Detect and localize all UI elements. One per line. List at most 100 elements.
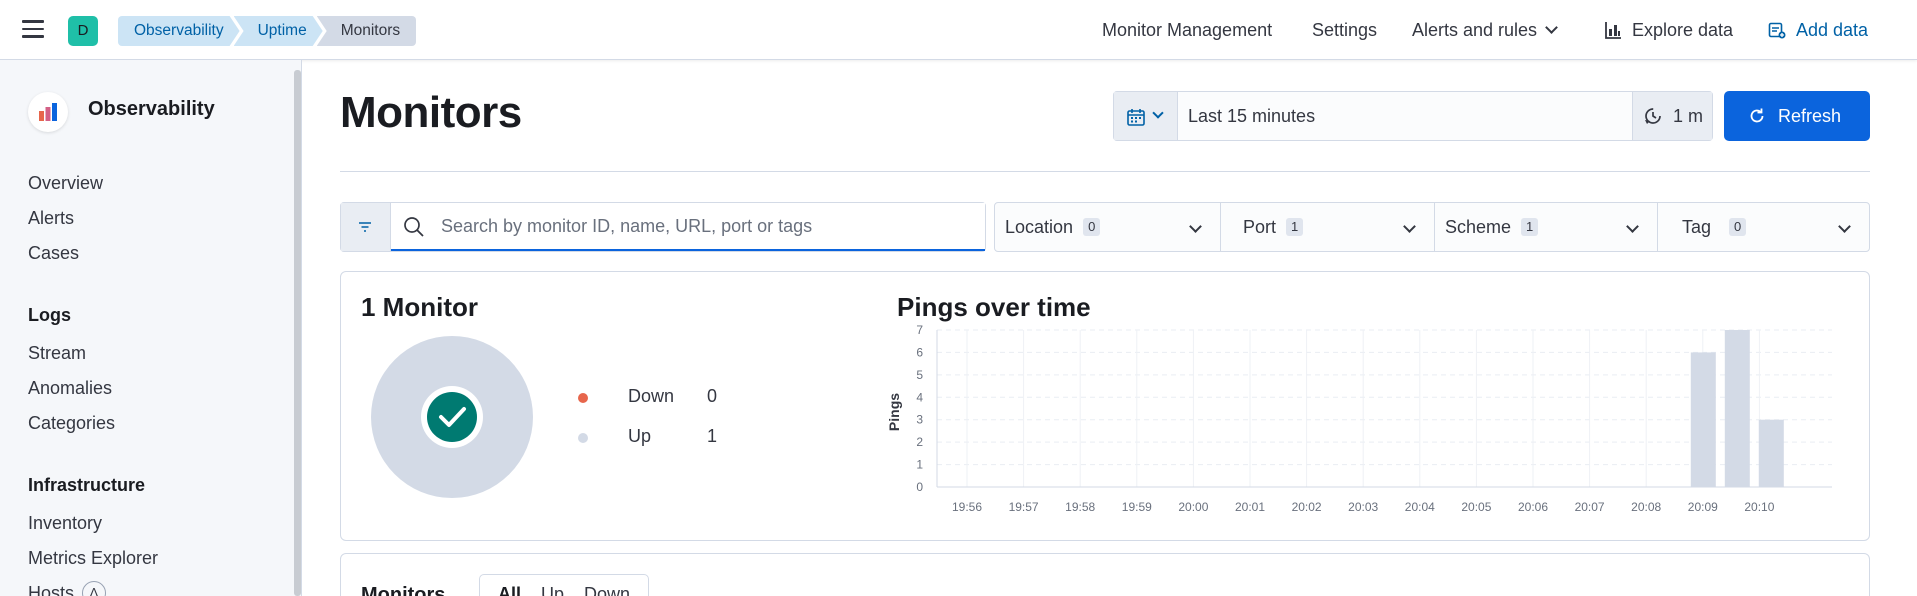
pings-over-time-chart: Pings 0 1 2 3 4 5 6 7 19:56 19:57 19:58 19:59 20:00 20… <box>887 323 1832 514</box>
status-filter-all[interactable]: All <box>488 575 531 596</box>
monitor-list-panel: Monitors All Up Down <box>340 553 1870 596</box>
alerts-rules-menu[interactable]: Alerts and rules <box>1412 0 1558 60</box>
ping-bar <box>1690 352 1716 487</box>
sidebar-heading-logs: Logs <box>28 305 71 325</box>
status-filter-group: All Up Down <box>479 574 650 596</box>
x-tick-label: 20:01 <box>1235 500 1265 514</box>
refresh-interval-button[interactable]: 1 m <box>1632 92 1712 140</box>
sidebar-item-anomalies[interactable]: Anomalies <box>28 378 112 399</box>
date-range-text[interactable]: Last 15 minutes <box>1188 92 1315 140</box>
ping-bar <box>1724 330 1750 487</box>
location-filter-dropdown[interactable]: Location 0 <box>995 203 1221 251</box>
tag-filter-dropdown[interactable]: Tag 0 <box>1658 203 1869 251</box>
sidebar-item-alerts[interactable]: Alerts <box>28 208 74 229</box>
scheme-filter-label: Scheme <box>1445 217 1512 237</box>
chevron-down-icon <box>1403 220 1416 233</box>
y-tick-label: 4 <box>916 390 923 404</box>
refresh-icon <box>1750 108 1764 123</box>
refresh-interval-icon <box>1645 108 1661 124</box>
explore-data-label: Explore data <box>1632 20 1734 40</box>
monitor-management-link[interactable]: Monitor Management <box>1102 0 1272 60</box>
x-tick-label: 20:04 <box>1405 500 1435 514</box>
y-tick-label: 7 <box>916 323 923 337</box>
divider <box>340 171 1870 172</box>
observability-logo-icon <box>28 92 68 132</box>
chevron-down-icon <box>1545 21 1558 34</box>
add-data-link[interactable]: Add data <box>1768 0 1868 60</box>
filter-icon <box>359 222 371 232</box>
chart-icon <box>1605 22 1621 39</box>
location-filter-label: Location <box>1005 217 1074 237</box>
sidebar-scrollbar[interactable] <box>294 70 301 596</box>
breadcrumb: Observability Uptime Monitors <box>118 16 417 46</box>
sidebar-heading-infrastructure: Infrastructure <box>28 475 146 495</box>
y-tick-label: 2 <box>916 435 923 449</box>
x-tick-label: 20:07 <box>1575 500 1605 514</box>
up-legend-dot <box>578 433 588 443</box>
x-tick-label: 20:06 <box>1518 500 1548 514</box>
sidebar-item-inventory[interactable]: Inventory <box>28 513 102 534</box>
beta-badge-icon: Ʌ <box>82 581 107 596</box>
snapshot-panel: 1 Monitor Down 0 Up 1 Pings over time Pi… <box>340 271 1870 541</box>
sidebar-item-hosts[interactable]: Hosts Ʌ <box>28 581 107 596</box>
port-filter-dropdown[interactable]: Port 1 <box>1221 203 1435 251</box>
status-filter-down[interactable]: Down <box>574 575 640 596</box>
monitor-count-title: 1 Monitor <box>361 292 478 322</box>
y-axis-label: Pings <box>887 393 902 431</box>
menu-icon[interactable] <box>22 20 44 38</box>
chevron-down-icon <box>1626 220 1639 233</box>
down-legend-label: Down <box>628 386 675 406</box>
settings-link[interactable]: Settings <box>1312 0 1377 60</box>
top-header: D Observability Uptime Monitors Monitor … <box>0 0 1917 60</box>
date-picker: Last 15 minutes 1 m <box>1113 91 1713 141</box>
calendar-icon <box>1127 109 1145 126</box>
filter-button[interactable] <box>341 203 391 251</box>
donut-center <box>421 386 483 448</box>
breadcrumb-observability[interactable]: Observability <box>118 16 240 46</box>
refresh-button[interactable]: Refresh <box>1724 91 1870 141</box>
explore-data-link[interactable]: Explore data <box>1604 0 1733 60</box>
port-filter-label: Port <box>1243 217 1277 237</box>
monitor-list-title: Monitors <box>361 584 446 596</box>
ping-bar <box>1758 419 1784 487</box>
up-legend-label: Up <box>628 426 652 446</box>
y-tick-label: 5 <box>916 368 923 382</box>
sidebar-item-hosts-label: Hosts <box>28 583 75 596</box>
x-tick-label: 20:00 <box>1178 500 1208 514</box>
add-data-icon <box>1768 22 1786 39</box>
chevron-down-icon <box>1189 220 1202 233</box>
sidebar-item-stream[interactable]: Stream <box>28 343 86 364</box>
space-avatar[interactable]: D <box>68 16 98 46</box>
x-tick-label: 19:59 <box>1122 500 1152 514</box>
scheme-filter-dropdown[interactable]: Scheme 1 <box>1435 203 1658 251</box>
sidebar-item-overview[interactable]: Overview <box>28 173 103 194</box>
search-icon <box>404 217 424 237</box>
y-tick-label: 3 <box>916 413 923 427</box>
x-tick-label: 19:56 <box>952 500 982 514</box>
refresh-label: Refresh <box>1778 106 1842 126</box>
refresh-interval-value: 1 m <box>1673 106 1704 126</box>
x-tick-label: 20:02 <box>1292 500 1322 514</box>
sidebar-item-categories[interactable]: Categories <box>28 413 115 434</box>
search-input[interactable] <box>391 203 985 251</box>
x-tick-label: 20:05 <box>1461 500 1491 514</box>
status-filter-up[interactable]: Up <box>531 575 574 596</box>
up-count-value: 1 <box>707 426 718 446</box>
x-tick-label: 19:57 <box>1009 500 1039 514</box>
down-legend-dot <box>578 393 588 403</box>
y-tick-label: 1 <box>916 458 923 472</box>
breadcrumb-uptime[interactable]: Uptime <box>234 16 323 46</box>
x-tick-label: 20:08 <box>1631 500 1661 514</box>
quick-select-button[interactable] <box>1114 92 1178 140</box>
y-tick-label: 0 <box>916 480 923 494</box>
chevron-down-icon <box>1838 220 1851 233</box>
tag-filter-count: 0 <box>1729 218 1747 236</box>
add-data-label: Add data <box>1796 20 1869 40</box>
y-tick-label: 6 <box>916 345 923 359</box>
location-filter-count: 0 <box>1083 218 1101 236</box>
sidebar-item-cases[interactable]: Cases <box>28 243 79 264</box>
sidebar-item-metrics-explorer[interactable]: Metrics Explorer <box>28 548 158 569</box>
port-filter-count: 1 <box>1286 218 1304 236</box>
x-tick-label: 20:10 <box>1744 500 1774 514</box>
page-title: Monitors <box>340 88 522 137</box>
